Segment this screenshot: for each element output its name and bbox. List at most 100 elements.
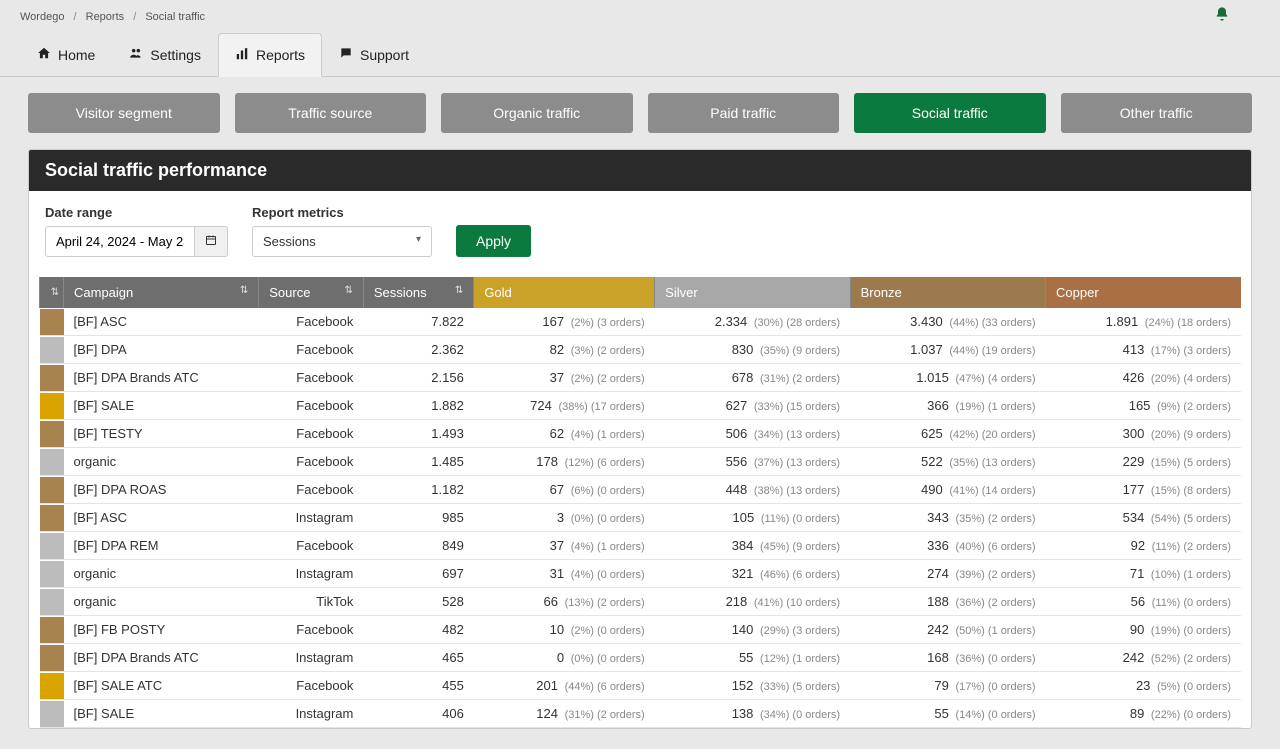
table-row[interactable]: [BF] SALE ATCFacebook455201 (44%) (6 ord… [40,672,1242,700]
cell-bronze: 79 (17%) (0 orders) [850,672,1045,700]
segment-bar [40,364,64,392]
cell-bronze: 366 (19%) (1 orders) [850,392,1045,420]
cell-sessions: 985 [363,504,473,532]
date-picker-button[interactable] [195,226,228,257]
cell-bronze: 343 (35%) (2 orders) [850,504,1045,532]
cell-gold: 724 (38%) (17 orders) [474,392,655,420]
breadcrumb-root[interactable]: Wordego [20,11,64,23]
cell-silver: 140 (29%) (3 orders) [655,616,850,644]
cell-sessions: 465 [363,644,473,672]
cell-source: Facebook [259,420,364,448]
cell-campaign: [BF] DPA Brands ATC [64,644,259,672]
breadcrumb: Wordego / Reports / Social traffic [0,0,1280,33]
table-row[interactable]: [BF] DPAFacebook2.36282 (3%) (2 orders)8… [40,336,1242,364]
cell-sessions: 697 [363,560,473,588]
table-row[interactable]: [BF] DPA Brands ATCInstagram4650 (0%) (0… [40,644,1242,672]
chart-icon [235,47,249,64]
cell-silver: 506 (34%) (13 orders) [655,420,850,448]
table-row[interactable]: organicTikTok52866 (13%) (2 orders)218 (… [40,588,1242,616]
cell-campaign: [BF] SALE [64,392,259,420]
cell-campaign: [BF] SALE ATC [64,672,259,700]
table-row[interactable]: [BF] ASCFacebook7.822167 (2%) (3 orders)… [40,308,1242,336]
cell-silver: 384 (45%) (9 orders) [655,532,850,560]
calendar-icon [205,234,217,249]
cell-source: Facebook [259,616,364,644]
cell-gold: 3 (0%) (0 orders) [474,504,655,532]
cell-silver: 448 (38%) (13 orders) [655,476,850,504]
cell-gold: 62 (4%) (1 orders) [474,420,655,448]
cell-bronze: 274 (39%) (2 orders) [850,560,1045,588]
tab-social-traffic[interactable]: Social traffic [854,93,1046,133]
report-tabs: Visitor segment Traffic source Organic t… [0,77,1280,149]
cell-silver: 556 (37%) (13 orders) [655,448,850,476]
nav-reports-label: Reports [256,47,305,63]
table-row[interactable]: [BF] ASCInstagram9853 (0%) (0 orders)105… [40,504,1242,532]
col-bronze[interactable]: Bronze [850,277,1045,308]
tab-organic-traffic[interactable]: Organic traffic [441,93,633,133]
cell-source: Facebook [259,364,364,392]
col-silver[interactable]: Silver [655,277,850,308]
cell-gold: 167 (2%) (3 orders) [474,308,655,336]
sort-icon: ⇅ [51,287,59,298]
col-sessions[interactable]: Sessions⇅ [363,277,473,308]
nav-support[interactable]: Support [322,33,426,76]
cell-source: Instagram [259,504,364,532]
tab-paid-traffic[interactable]: Paid traffic [648,93,840,133]
table-row[interactable]: [BF] FB POSTYFacebook48210 (2%) (0 order… [40,616,1242,644]
segment-bar [40,532,64,560]
tab-other-traffic[interactable]: Other traffic [1061,93,1253,133]
cell-gold: 67 (6%) (0 orders) [474,476,655,504]
sort-icon: ⇅ [455,285,463,296]
date-range-input[interactable] [45,226,195,257]
cell-gold: 37 (2%) (2 orders) [474,364,655,392]
table-row[interactable]: [BF] SALEInstagram406124 (31%) (2 orders… [40,700,1242,728]
table-row[interactable]: [BF] DPA REMFacebook84937 (4%) (1 orders… [40,532,1242,560]
table-row[interactable]: organicFacebook1.485178 (12%) (6 orders)… [40,448,1242,476]
table-row[interactable]: [BF] DPA ROASFacebook1.18267 (6%) (0 ord… [40,476,1242,504]
cell-silver: 830 (35%) (9 orders) [655,336,850,364]
nav-support-label: Support [360,47,409,63]
cell-copper: 23 (5%) (0 orders) [1046,672,1241,700]
nav-home[interactable]: Home [20,33,112,76]
cell-silver: 152 (33%) (5 orders) [655,672,850,700]
metrics-select[interactable]: Sessions [252,226,432,257]
breadcrumb-section[interactable]: Reports [86,11,125,23]
cell-copper: 229 (15%) (5 orders) [1046,448,1241,476]
table-row[interactable]: [BF] DPA Brands ATCFacebook2.15637 (2%) … [40,364,1242,392]
cell-copper: 165 (9%) (2 orders) [1046,392,1241,420]
cell-copper: 1.891 (24%) (18 orders) [1046,308,1241,336]
cell-source: Facebook [259,448,364,476]
tab-traffic-source[interactable]: Traffic source [235,93,427,133]
tab-visitor-segment[interactable]: Visitor segment [28,93,220,133]
cell-silver: 321 (46%) (6 orders) [655,560,850,588]
segment-bar [40,420,64,448]
segment-bar [40,588,64,616]
table-row[interactable]: organicInstagram69731 (4%) (0 orders)321… [40,560,1242,588]
sort-icon: ⇅ [344,285,352,296]
cell-gold: 0 (0%) (0 orders) [474,644,655,672]
segment-bar [40,448,64,476]
col-bar-sort[interactable]: ⇅ [40,277,64,308]
apply-button[interactable]: Apply [456,225,531,257]
col-gold[interactable]: Gold [474,277,655,308]
cell-source: Facebook [259,392,364,420]
cell-copper: 90 (19%) (0 orders) [1046,616,1241,644]
nav-reports[interactable]: Reports [218,33,322,77]
segment-bar [40,308,64,336]
cell-bronze: 1.015 (47%) (4 orders) [850,364,1045,392]
cell-source: Instagram [259,560,364,588]
col-copper[interactable]: Copper [1046,277,1241,308]
table-row[interactable]: [BF] SALEFacebook1.882724 (38%) (17 orde… [40,392,1242,420]
cell-copper: 413 (17%) (3 orders) [1046,336,1241,364]
nav-settings[interactable]: Settings [112,33,218,76]
col-campaign[interactable]: Campaign⇅ [64,277,259,308]
cell-copper: 534 (54%) (5 orders) [1046,504,1241,532]
col-source[interactable]: Source⇅ [259,277,364,308]
cell-bronze: 188 (36%) (2 orders) [850,588,1045,616]
cell-copper: 89 (22%) (0 orders) [1046,700,1241,728]
cell-copper: 242 (52%) (2 orders) [1046,644,1241,672]
notification-bell-icon[interactable] [1214,6,1230,27]
table-row[interactable]: [BF] TESTYFacebook1.49362 (4%) (1 orders… [40,420,1242,448]
date-range-label: Date range [45,205,228,220]
cell-campaign: [BF] DPA [64,336,259,364]
